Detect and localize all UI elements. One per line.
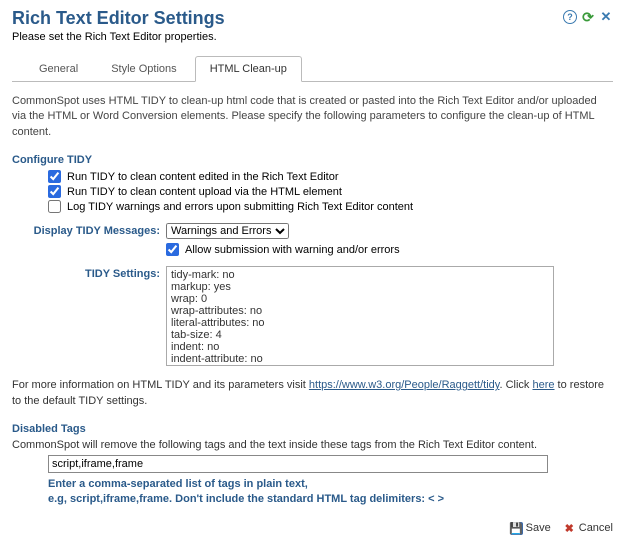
disabled-tags-hint-2: e.g, script,iframe,frame. Don't include … [48,492,613,507]
configure-tidy-label: Configure TIDY [12,154,613,166]
checkbox-log-tidy-label: Log TIDY warnings and errors upon submit… [67,201,413,213]
restore-defaults-link[interactable]: here [532,379,554,391]
save-icon: 💾 [510,522,523,535]
cancel-button-label: Cancel [579,522,613,534]
checkbox-run-tidy-edited[interactable] [48,170,61,183]
checkbox-run-tidy-edited-label: Run TIDY to clean content edited in the … [67,171,339,183]
display-tidy-messages-select[interactable]: Warnings and Errors [166,223,289,239]
tidy-settings-label: TIDY Settings: [12,266,166,280]
close-icon[interactable]: ✕ [599,10,613,24]
save-button[interactable]: 💾 Save [510,522,551,535]
disabled-tags-hint-1: Enter a comma-separated list of tags in … [48,477,613,492]
disabled-tags-desc: CommonSpot will remove the following tag… [12,439,613,451]
help-icon[interactable]: ? [563,10,577,24]
tab-general[interactable]: General [24,56,93,81]
tab-html-cleanup[interactable]: HTML Clean-up [195,56,302,82]
checkbox-allow-submission[interactable] [166,243,179,256]
checkbox-log-tidy[interactable] [48,200,61,213]
display-tidy-messages-label: Display TIDY Messages: [12,225,166,237]
page-title: Rich Text Editor Settings [12,8,225,29]
checkbox-allow-submission-label: Allow submission with warning and/or err… [185,244,400,256]
tidy-settings-textarea[interactable] [166,266,554,366]
tidy-docs-link[interactable]: https://www.w3.org/People/Raggett/tidy [309,379,500,391]
cancel-icon: ✖ [563,522,576,535]
cancel-button[interactable]: ✖ Cancel [563,522,613,535]
disabled-tags-input[interactable] [48,455,548,473]
page-subtitle: Please set the Rich Text Editor properti… [12,31,613,43]
tab-bar: General Style Options HTML Clean-up [12,55,613,82]
checkbox-run-tidy-upload[interactable] [48,185,61,198]
intro-text: CommonSpot uses HTML TIDY to clean-up ht… [12,94,613,140]
disabled-tags-label: Disabled Tags [12,423,613,435]
more-info-text: For more information on HTML TIDY and it… [12,378,613,409]
refresh-icon[interactable]: ⟳ [581,10,595,24]
save-button-label: Save [526,522,551,534]
tab-style-options[interactable]: Style Options [96,56,191,81]
checkbox-run-tidy-upload-label: Run TIDY to clean content upload via the… [67,186,342,198]
